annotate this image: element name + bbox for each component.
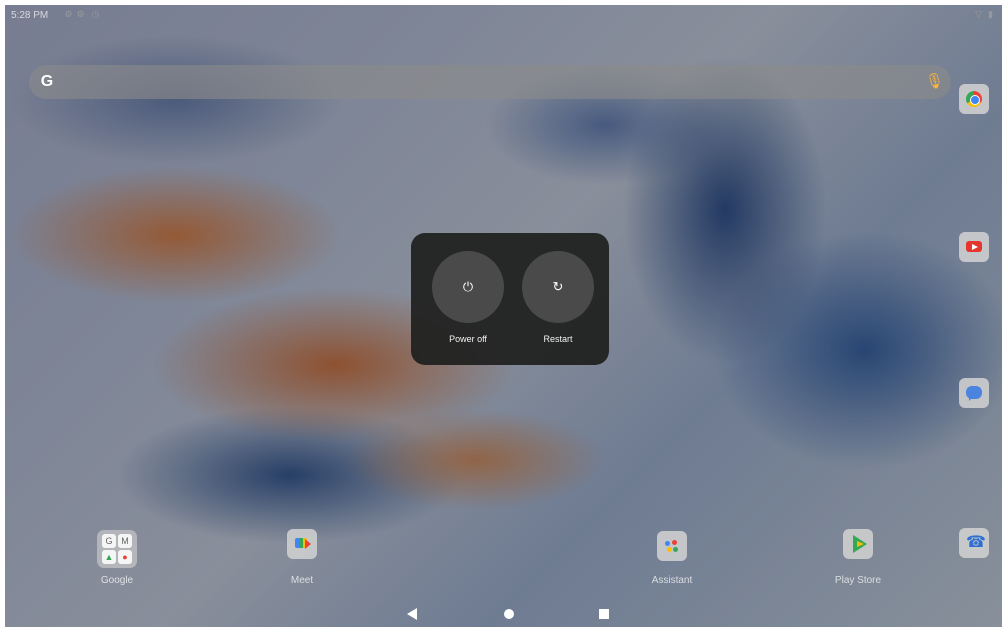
dock-label-google: Google <box>100 575 134 586</box>
clock-icon: ◷ <box>91 9 100 19</box>
android-home-screen: 5:28 PM ⚙ ⚙ ◷ ▽ ▮ G 🎙 ☎ G M ▲ ● Google M… <box>5 5 1002 627</box>
power-menu: ⏻ Power off ↻ Restart <box>411 233 609 365</box>
chrome-icon[interactable] <box>959 84 989 114</box>
google-logo-icon: G <box>40 73 54 90</box>
wifi-icon: ▽ <box>975 9 982 19</box>
dock-label-play-store: Play Store <box>834 575 882 586</box>
dock-label-meet: Meet <box>290 575 314 586</box>
meet-icon[interactable] <box>287 529 317 559</box>
restart-icon: ↻ <box>552 279 564 294</box>
power-icon: ⏻ <box>462 279 474 294</box>
power-off-button[interactable]: ⏻ <box>432 251 504 323</box>
recents-icon[interactable] <box>599 609 609 619</box>
gear-icon: ⚙ <box>76 9 85 19</box>
messages-icon[interactable] <box>959 378 989 408</box>
google-search-bar[interactable]: G 🎙 <box>29 65 951 99</box>
restart-button[interactable]: ↻ <box>522 251 594 323</box>
play-store-icon[interactable] <box>843 529 873 559</box>
battery-icon: ▮ <box>988 9 993 19</box>
status-time: 5:28 PM <box>11 10 49 21</box>
restart-label: Restart <box>543 334 573 344</box>
phone-icon[interactable]: ☎ <box>959 528 989 558</box>
mic-icon[interactable]: 🎙 <box>925 73 944 91</box>
back-icon[interactable] <box>407 608 417 620</box>
power-off-label: Power off <box>449 334 487 344</box>
home-icon[interactable] <box>504 609 514 619</box>
google-folder-icon[interactable]: G M ▲ ● <box>97 530 137 568</box>
youtube-icon[interactable] <box>959 232 989 262</box>
assistant-icon[interactable] <box>657 531 687 561</box>
settings-icon: ⚙ <box>64 9 73 19</box>
dock-label-assistant: Assistant <box>651 575 693 586</box>
